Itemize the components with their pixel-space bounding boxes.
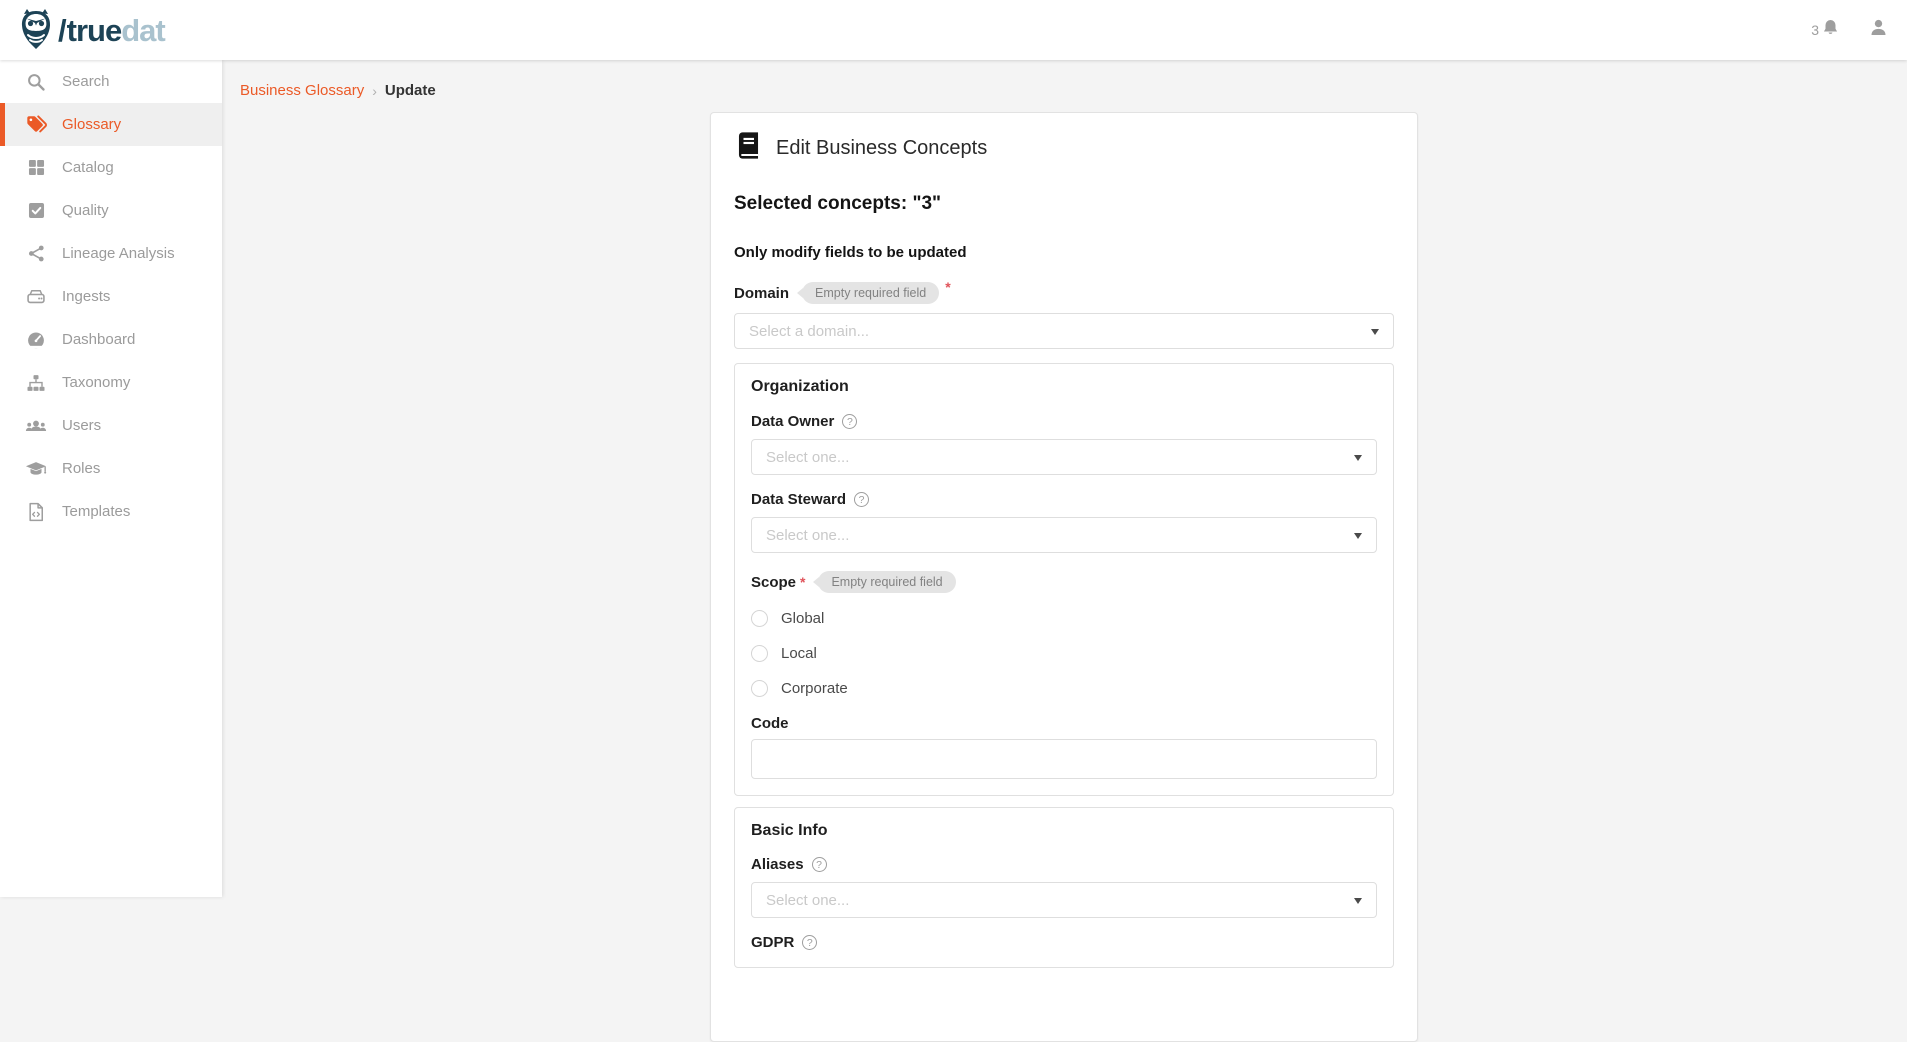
scope-empty-required-badge: Empty required field bbox=[818, 571, 955, 593]
help-icon[interactable]: ? bbox=[802, 935, 817, 950]
owl-icon bbox=[16, 8, 56, 52]
graduation-cap-icon bbox=[25, 458, 47, 480]
domain-required-marker: * bbox=[945, 279, 950, 295]
tags-icon bbox=[25, 114, 47, 136]
code-label: Code bbox=[751, 715, 789, 732]
instruction-text: Only modify fields to be updated bbox=[734, 244, 1394, 261]
check-square-icon bbox=[25, 200, 47, 222]
sidebar-item-templates[interactable]: Templates bbox=[0, 490, 222, 533]
data-owner-placeholder: Select one... bbox=[766, 449, 849, 466]
organization-section: Organization Data Owner ? Select one... … bbox=[734, 363, 1394, 796]
users-icon bbox=[25, 415, 47, 437]
sitemap-icon bbox=[25, 372, 47, 394]
domain-empty-required-badge: Empty required field bbox=[802, 282, 939, 304]
radio-label: Local bbox=[781, 645, 817, 662]
sidebar-item-label: Lineage Analysis bbox=[62, 245, 175, 262]
scope-radio-corporate[interactable]: Corporate bbox=[751, 678, 1377, 698]
help-icon[interactable]: ? bbox=[854, 492, 869, 507]
grid-icon bbox=[25, 157, 47, 179]
sidebar-item-label: Taxonomy bbox=[62, 374, 130, 391]
chevron-down-icon bbox=[1354, 533, 1362, 539]
sidebar-item-label: Search bbox=[62, 73, 110, 90]
breadcrumb-business-glossary[interactable]: Business Glossary bbox=[240, 82, 364, 99]
sidebar-item-label: Glossary bbox=[62, 116, 121, 133]
sidebar-item-catalog[interactable]: Catalog bbox=[0, 146, 222, 189]
basic-info-section: Basic Info Aliases ? Select one... GDPR … bbox=[734, 807, 1394, 968]
notifications-button[interactable]: 3 bbox=[1811, 18, 1840, 42]
sidebar-item-ingests[interactable]: Ingests bbox=[0, 275, 222, 318]
organization-title: Organization bbox=[751, 378, 1377, 396]
selected-concepts-text: Selected concepts: "3" bbox=[734, 193, 1394, 215]
sidebar-item-glossary[interactable]: Glossary bbox=[0, 103, 222, 146]
radio-label: Corporate bbox=[781, 680, 848, 697]
user-menu-button[interactable] bbox=[1868, 17, 1889, 43]
data-steward-placeholder: Select one... bbox=[766, 527, 849, 544]
breadcrumb: Business Glossary › Update bbox=[240, 82, 436, 99]
sidebar-item-label: Users bbox=[62, 417, 101, 434]
basic-info-title: Basic Info bbox=[751, 822, 1377, 840]
chevron-down-icon bbox=[1354, 898, 1362, 904]
user-icon bbox=[1868, 17, 1889, 43]
aliases-select[interactable]: Select one... bbox=[751, 882, 1377, 918]
chevron-down-icon bbox=[1354, 455, 1362, 461]
aliases-label: Aliases bbox=[751, 856, 804, 873]
radio-label: Global bbox=[781, 610, 824, 627]
radio-icon bbox=[751, 680, 768, 697]
data-steward-label: Data Steward bbox=[751, 491, 846, 508]
sidebar-item-dashboard[interactable]: Dashboard bbox=[0, 318, 222, 361]
drive-icon bbox=[25, 286, 47, 308]
radio-icon bbox=[751, 645, 768, 662]
brand-wordmark: /truedat bbox=[58, 15, 165, 46]
sidebar-item-quality[interactable]: Quality bbox=[0, 189, 222, 232]
scope-label: Scope bbox=[751, 574, 796, 591]
radio-icon bbox=[751, 610, 768, 627]
aliases-placeholder: Select one... bbox=[766, 892, 849, 909]
share-icon bbox=[25, 243, 47, 265]
sidebar-item-label: Roles bbox=[62, 460, 100, 477]
sidebar-item-lineage-analysis[interactable]: Lineage Analysis bbox=[0, 232, 222, 275]
edit-concepts-card: Edit Business Concepts Selected concepts… bbox=[710, 112, 1418, 1042]
help-icon[interactable]: ? bbox=[812, 857, 827, 872]
data-owner-label: Data Owner bbox=[751, 413, 834, 430]
sidebar-item-taxonomy[interactable]: Taxonomy bbox=[0, 361, 222, 404]
chevron-down-icon bbox=[1371, 329, 1379, 335]
sidebar-item-label: Catalog bbox=[62, 159, 114, 176]
sidebar-item-roles[interactable]: Roles bbox=[0, 447, 222, 490]
domain-label: Domain bbox=[734, 285, 789, 302]
file-code-icon bbox=[25, 501, 47, 523]
breadcrumb-current: Update bbox=[385, 82, 436, 99]
top-header: /truedat 3 bbox=[0, 0, 1907, 60]
data-steward-select[interactable]: Select one... bbox=[751, 517, 1377, 553]
sidebar-item-label: Dashboard bbox=[62, 331, 135, 348]
gdpr-label: GDPR bbox=[751, 934, 794, 951]
notification-count: 3 bbox=[1811, 22, 1819, 38]
scope-radio-local[interactable]: Local bbox=[751, 643, 1377, 663]
domain-select[interactable]: Select a domain... bbox=[734, 313, 1394, 349]
breadcrumb-separator: › bbox=[372, 83, 377, 99]
page-title: Edit Business Concepts bbox=[776, 137, 987, 160]
help-icon[interactable]: ? bbox=[842, 414, 857, 429]
scope-required-marker: * bbox=[800, 574, 805, 590]
sidebar-nav: Search Glossary Catalog bbox=[0, 60, 222, 897]
book-icon bbox=[734, 130, 763, 166]
domain-select-placeholder: Select a domain... bbox=[749, 323, 869, 340]
gauge-icon bbox=[25, 329, 47, 351]
sidebar-item-users[interactable]: Users bbox=[0, 404, 222, 447]
main-content: Business Glossary › Update Edit Business… bbox=[222, 60, 1907, 897]
search-icon bbox=[25, 71, 47, 93]
scope-radio-global[interactable]: Global bbox=[751, 608, 1377, 628]
sidebar-item-label: Templates bbox=[62, 503, 130, 520]
code-input[interactable] bbox=[751, 739, 1377, 779]
sidebar-item-search[interactable]: Search bbox=[0, 60, 222, 103]
truedat-logo[interactable]: /truedat bbox=[16, 8, 165, 52]
bell-icon bbox=[1821, 18, 1840, 42]
sidebar-item-label: Quality bbox=[62, 202, 109, 219]
data-owner-select[interactable]: Select one... bbox=[751, 439, 1377, 475]
sidebar-item-label: Ingests bbox=[62, 288, 110, 305]
